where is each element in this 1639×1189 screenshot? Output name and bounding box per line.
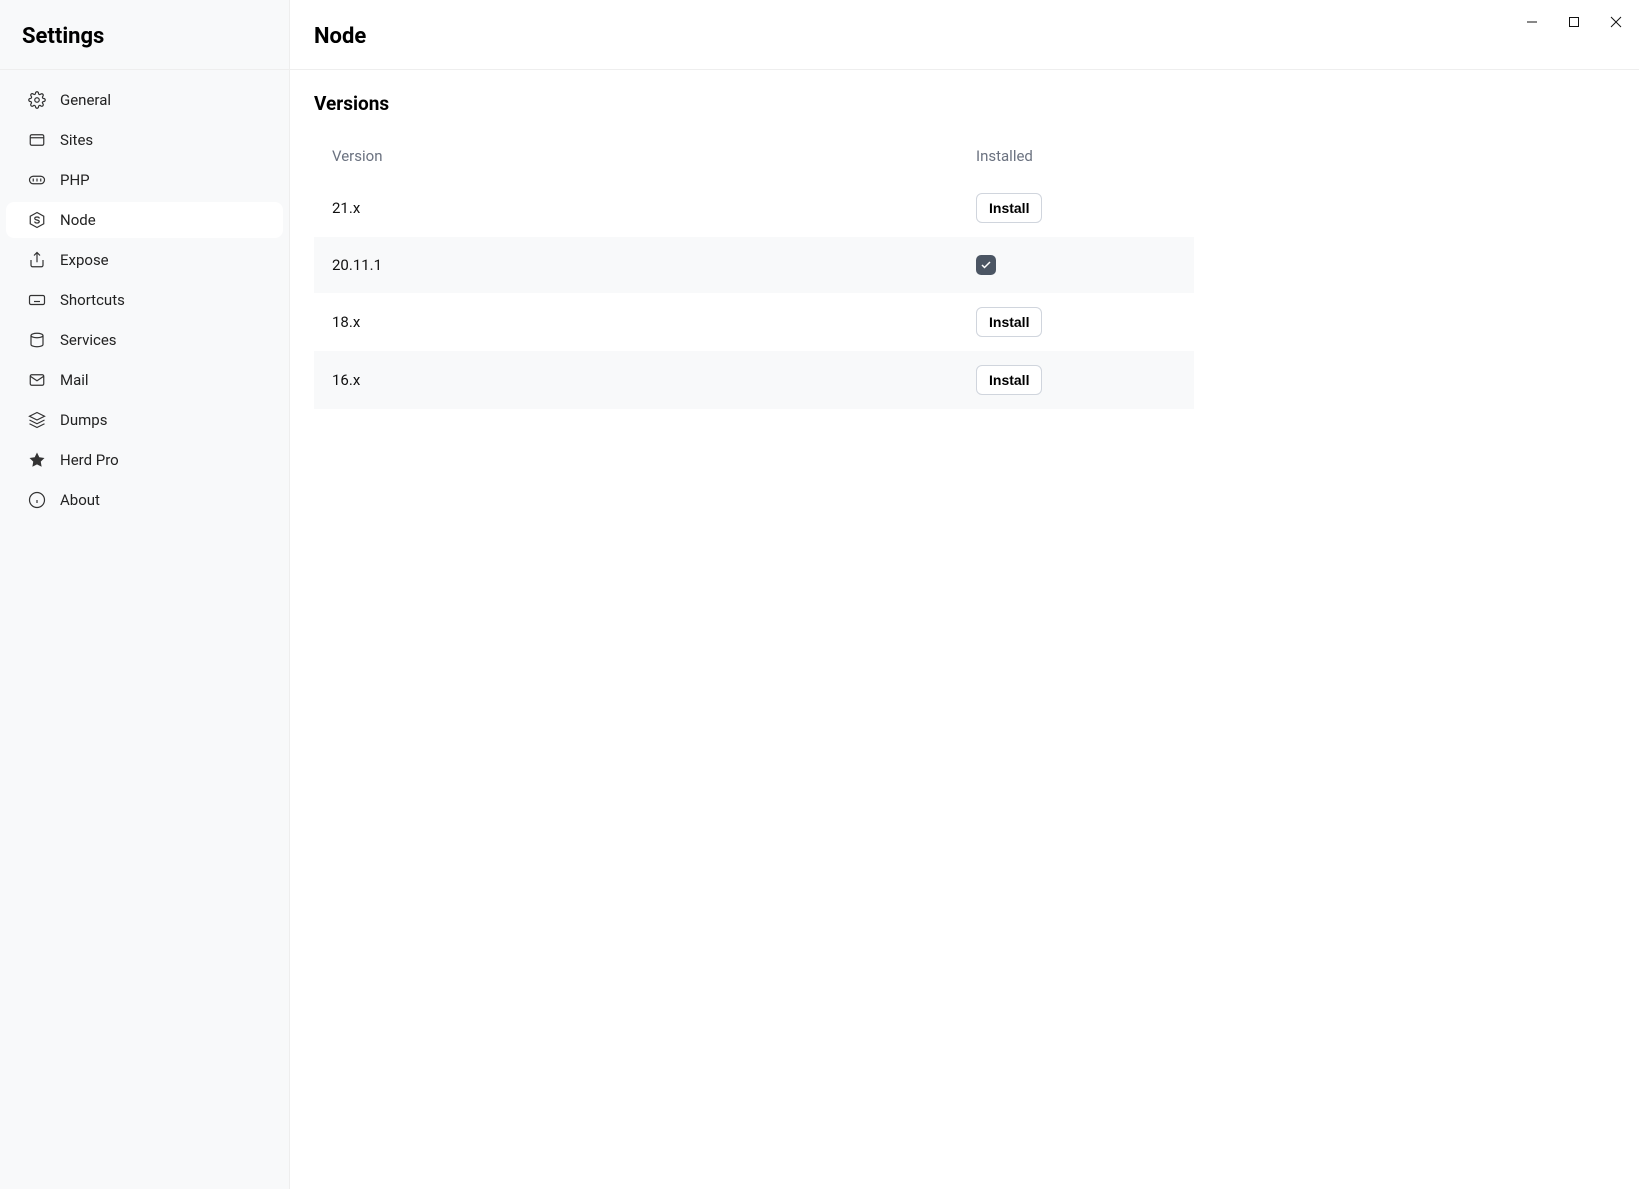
install-button[interactable]: Install	[976, 307, 1042, 337]
database-icon	[28, 331, 46, 349]
version-cell: 18.x	[332, 313, 976, 331]
main-header: Node	[290, 0, 1639, 70]
share-icon	[28, 251, 46, 269]
sidebar-item-dumps[interactable]: Dumps	[6, 402, 283, 438]
php-icon	[28, 171, 46, 189]
table-row: 21.x Install	[314, 179, 1194, 237]
sidebar-item-sites[interactable]: Sites	[6, 122, 283, 158]
sidebar-item-mail[interactable]: Mail	[6, 362, 283, 398]
table-row: 18.x Install	[314, 293, 1194, 351]
version-cell: 21.x	[332, 199, 976, 217]
version-cell: 16.x	[332, 371, 976, 389]
section-title: Versions	[314, 92, 1615, 115]
keyboard-icon	[28, 291, 46, 309]
col-version-header: Version	[332, 147, 976, 165]
installed-cell: Install	[976, 365, 1176, 395]
sidebar-header: Settings	[0, 0, 289, 70]
sidebar-item-shortcuts[interactable]: Shortcuts	[6, 282, 283, 318]
sidebar-item-services[interactable]: Services	[6, 322, 283, 358]
mail-icon	[28, 371, 46, 389]
install-button[interactable]: Install	[976, 193, 1042, 223]
star-icon	[28, 451, 46, 469]
sidebar-title: Settings	[22, 24, 267, 49]
installed-check-icon	[976, 255, 996, 275]
page-title: Node	[314, 24, 1615, 49]
content: Versions Version Installed 21.x Install …	[290, 70, 1639, 431]
gear-icon	[28, 91, 46, 109]
table-header: Version Installed	[314, 133, 1194, 179]
sidebar-item-herd-pro[interactable]: Herd Pro	[6, 442, 283, 478]
sidebar-item-label: Node	[60, 211, 96, 229]
table-row: 16.x Install	[314, 351, 1194, 409]
installed-cell: Install	[976, 193, 1176, 223]
versions-table: Version Installed 21.x Install 20.11.1 1…	[314, 133, 1194, 409]
main: Node Versions Version Installed 21.x Ins…	[290, 0, 1639, 1189]
sidebar-item-label: Services	[60, 331, 117, 349]
sidebar-item-about[interactable]: About	[6, 482, 283, 518]
stack-icon	[28, 411, 46, 429]
sidebar-item-expose[interactable]: Expose	[6, 242, 283, 278]
sidebar-item-label: Mail	[60, 371, 89, 389]
install-button[interactable]: Install	[976, 365, 1042, 395]
sidebar-item-label: Expose	[60, 251, 109, 269]
installed-cell	[976, 255, 1176, 275]
sidebar-item-label: Sites	[60, 131, 93, 149]
window-controls	[1509, 0, 1639, 44]
sidebar-item-label: Shortcuts	[60, 291, 125, 309]
sidebar-item-label: PHP	[60, 171, 90, 189]
node-icon	[28, 211, 46, 229]
sidebar-item-label: General	[60, 91, 111, 109]
window-minimize-button[interactable]	[1517, 10, 1547, 34]
version-cell: 20.11.1	[332, 256, 976, 274]
table-row: 20.11.1	[314, 237, 1194, 293]
window-maximize-button[interactable]	[1559, 10, 1589, 34]
sidebar-item-general[interactable]: General	[6, 82, 283, 118]
sidebar-item-label: Dumps	[60, 411, 107, 429]
sidebar-item-php[interactable]: PHP	[6, 162, 283, 198]
sidebar-item-node[interactable]: Node	[6, 202, 283, 238]
col-installed-header: Installed	[976, 147, 1176, 165]
installed-cell: Install	[976, 307, 1176, 337]
sidebar-item-label: About	[60, 491, 100, 509]
window-close-button[interactable]	[1601, 10, 1631, 34]
info-icon	[28, 491, 46, 509]
sidebar-nav: General Sites PHP	[0, 70, 289, 530]
sidebar: Settings General Sites	[0, 0, 290, 1189]
window-icon	[28, 131, 46, 149]
sidebar-item-label: Herd Pro	[60, 451, 119, 469]
